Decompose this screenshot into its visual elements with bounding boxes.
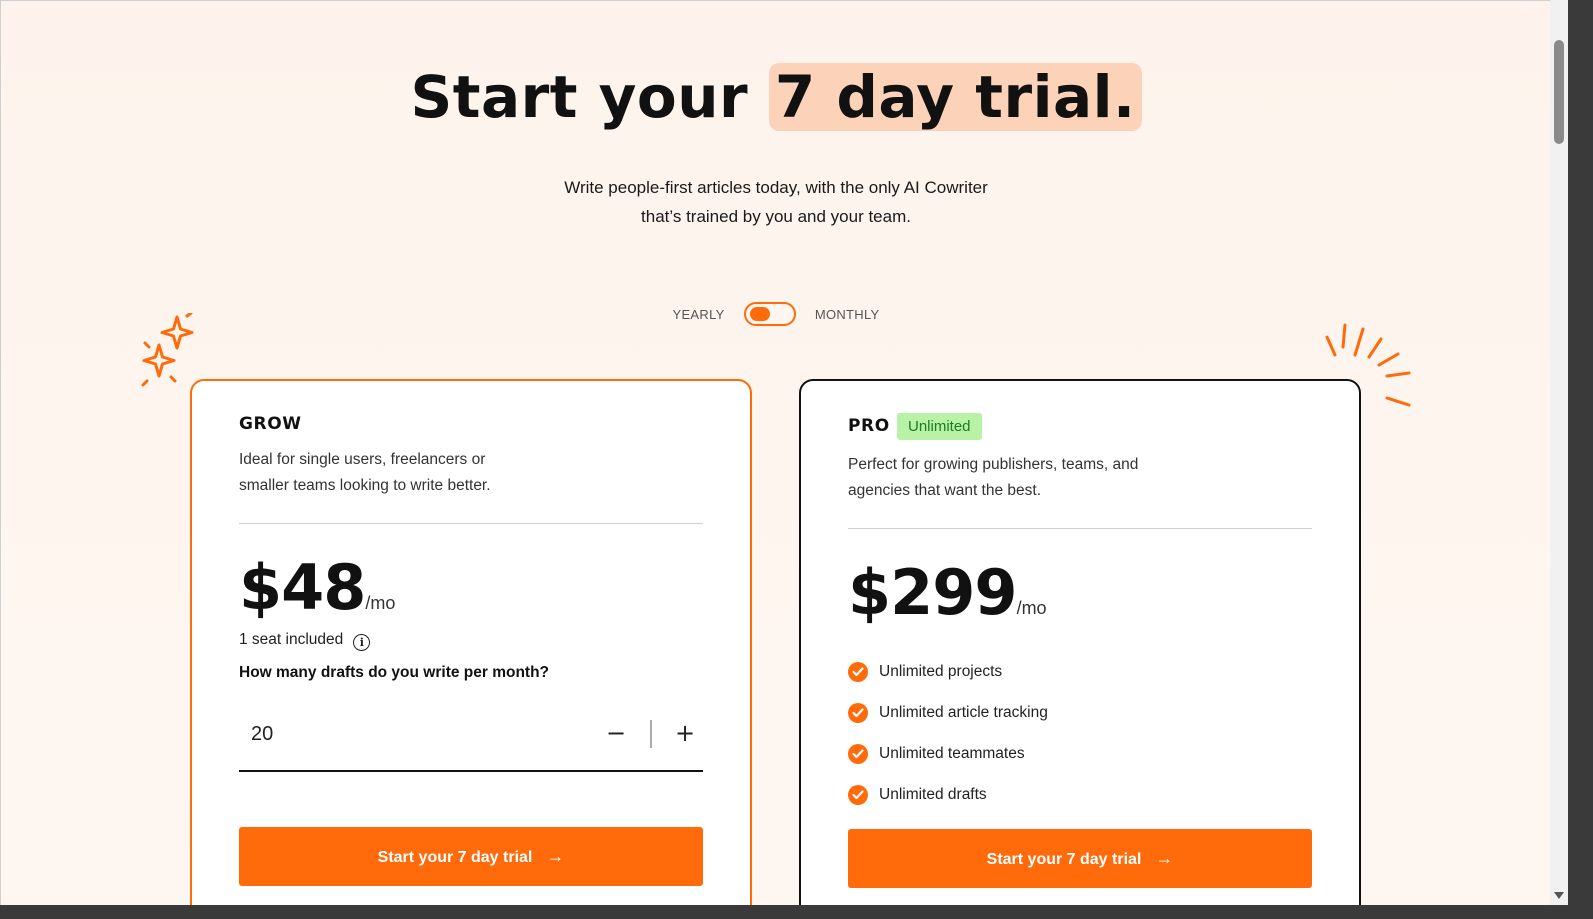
list-item: Unlimited teammates xyxy=(848,733,1048,774)
arrow-right-icon: → xyxy=(1155,848,1174,868)
plan-description: Perfect for growing publishers, teams, a… xyxy=(848,452,1208,504)
list-item: Unlimited article tracking xyxy=(848,692,1048,733)
price-amount: $299 xyxy=(848,556,1018,629)
plan-card-grow: GROW Ideal for single users, freelancers… xyxy=(190,379,752,906)
cta-label: Start your 7 day trial xyxy=(986,851,1142,868)
price-amount: $48 xyxy=(239,551,366,624)
drafts-input[interactable]: 20 xyxy=(251,723,273,746)
plan-description-line: Ideal for single users, freelancers or xyxy=(239,451,486,468)
title-prefix: Start your xyxy=(410,63,769,131)
window-frame xyxy=(1568,0,1593,919)
stepper-separator xyxy=(650,720,652,748)
arrow-right-icon: → xyxy=(546,846,565,866)
title-highlight: 7 day trial. xyxy=(768,63,1142,131)
divider xyxy=(239,523,703,524)
plan-description: Ideal for single users, freelancers or s… xyxy=(239,447,579,499)
plan-description-line: Perfect for growing publishers, teams, a… xyxy=(848,456,1139,473)
price-period: /mo xyxy=(365,593,396,613)
plan-card-pro: PRO Unlimited Perfect for growing publis… xyxy=(799,379,1361,906)
plan-description-line: agencies that want the best. xyxy=(848,482,1042,499)
start-trial-button-pro[interactable]: Start your 7 day trial → xyxy=(848,829,1312,888)
check-circle-icon xyxy=(848,743,868,764)
feature-list: Unlimited projects Unlimited article tra… xyxy=(848,651,1048,815)
seats-label: 1 seat included xyxy=(239,631,344,648)
cta-label: Start your 7 day trial xyxy=(377,849,533,866)
status-badge: Unlimited xyxy=(897,413,982,440)
check-circle-icon xyxy=(848,702,868,723)
decrement-button[interactable]: − xyxy=(601,717,631,749)
plan-description-line: smaller teams looking to write better. xyxy=(239,477,491,494)
plan-name: PRO xyxy=(848,416,890,436)
divider xyxy=(848,528,1312,529)
window-frame xyxy=(0,905,1593,919)
feature-label: Unlimited teammates xyxy=(879,744,1025,762)
drafts-question: How many drafts do you write per month? xyxy=(239,664,550,681)
sparkle-icon xyxy=(141,313,194,387)
plan-name: GROW xyxy=(239,414,302,434)
subtitle-line: Write people-first articles today, with … xyxy=(564,178,988,197)
seats-info: 1 seat included i xyxy=(239,631,371,651)
billing-toggle-row: YEARLY MONTHLY xyxy=(1,302,1551,326)
billing-period-toggle[interactable] xyxy=(743,302,796,326)
toggle-knob xyxy=(749,307,770,321)
start-trial-button-grow[interactable]: Start your 7 day trial → xyxy=(239,827,703,886)
check-circle-icon xyxy=(848,661,868,682)
subtitle-line: that’s trained by you and your team. xyxy=(641,207,911,226)
list-item: Unlimited projects xyxy=(848,651,1048,692)
plan-price: $299/mo xyxy=(848,556,1047,629)
drafts-stepper: 20 − + xyxy=(239,709,703,772)
info-icon[interactable]: i xyxy=(353,634,371,651)
scroll-down-arrow-icon[interactable] xyxy=(1554,892,1564,899)
monthly-label[interactable]: MONTHLY xyxy=(815,307,880,322)
feature-label: Unlimited article tracking xyxy=(879,703,1048,721)
page-viewport: Start your 7 day trial. Write people-fir… xyxy=(0,0,1551,906)
feature-label: Unlimited projects xyxy=(879,662,1003,680)
page-subtitle: Write people-first articles today, with … xyxy=(476,173,1076,231)
increment-button[interactable]: + xyxy=(670,717,700,749)
vertical-scrollbar[interactable] xyxy=(1550,0,1568,905)
yearly-label[interactable]: YEARLY xyxy=(672,307,724,322)
list-item: Unlimited drafts xyxy=(848,774,1048,815)
price-period: /mo xyxy=(1016,598,1047,618)
scrollbar-thumb[interactable] xyxy=(1554,40,1564,144)
check-circle-icon xyxy=(848,784,868,805)
page-title: Start your 7 day trial. xyxy=(1,63,1551,131)
feature-label: Unlimited drafts xyxy=(879,785,987,803)
plan-price: $48/mo xyxy=(239,551,395,624)
